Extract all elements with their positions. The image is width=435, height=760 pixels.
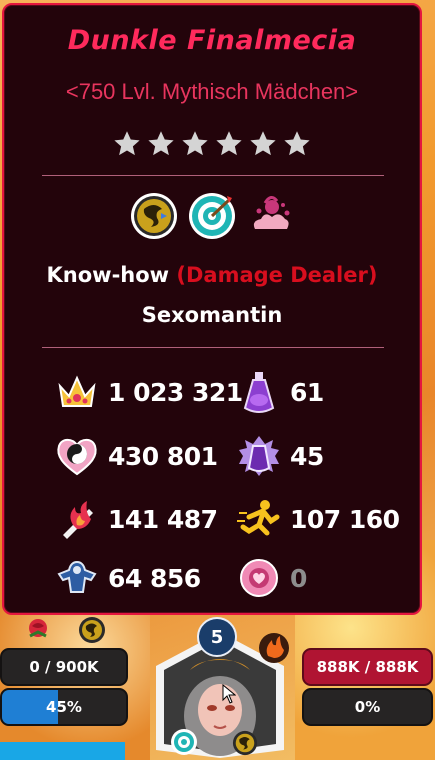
divider-top xyxy=(42,175,384,176)
fire-element-icon xyxy=(259,633,289,663)
harmony-potion-icon xyxy=(234,431,284,481)
hardcore-value: 430 801 xyxy=(108,441,218,471)
girl-level-rarity: <750 Lvl. Mythisch Mädchen> xyxy=(65,79,359,104)
flame-charm-icon xyxy=(52,494,102,544)
splash-skill-icon[interactable] xyxy=(245,191,295,241)
potion-value: 61 xyxy=(290,377,324,407)
know-how-element-icon[interactable] xyxy=(129,191,179,241)
hp-percent-value: 0% xyxy=(354,698,381,716)
stat-harmony-potion: 45 xyxy=(234,431,324,481)
stat-charm: 141 487 xyxy=(52,494,218,544)
know-how-element-mini-icon xyxy=(232,730,258,756)
power-value: 1 023 321 xyxy=(108,377,243,407)
stat-love: 0 xyxy=(234,553,307,603)
role-label: (Damage Dealer) xyxy=(176,263,378,287)
crown-icon xyxy=(52,367,102,417)
know-how-element-small-icon xyxy=(79,617,105,643)
stat-hardcore: 430 801 xyxy=(52,431,218,481)
star-icon xyxy=(216,131,242,156)
stat-potion: 61 xyxy=(234,367,324,417)
target-role-icon[interactable] xyxy=(187,191,237,241)
charm-value: 141 487 xyxy=(108,504,218,534)
star-icon xyxy=(250,131,276,156)
hp-bar: 888K / 888K xyxy=(302,648,433,686)
stat-power: 1 023 321 xyxy=(52,367,243,417)
harmony-potion-value: 45 xyxy=(290,441,324,471)
hp-value: 888K / 888K xyxy=(316,658,419,676)
girl-name: Dunkle Finalmecia xyxy=(67,25,357,56)
puzzle-figure-icon xyxy=(52,553,102,603)
girl-traits xyxy=(4,191,420,241)
star-icon xyxy=(148,131,174,156)
potion-icon xyxy=(234,367,284,417)
girl-info-card: Dunkle Finalmecia <750 Lvl. Mythisch Mäd… xyxy=(2,3,422,615)
class-label: Know-how xyxy=(46,263,170,287)
rose-icon xyxy=(29,619,47,638)
bottom-blue-strip xyxy=(0,742,125,760)
progress-label: 45% xyxy=(46,698,82,716)
know-how-value: 64 856 xyxy=(108,563,201,593)
target-role-small-icon xyxy=(171,729,197,755)
love-ring-icon xyxy=(234,553,284,603)
love-value: 0 xyxy=(290,563,307,593)
hp-percent-bar: 0% xyxy=(302,688,433,726)
level-badge: 5 xyxy=(197,617,237,657)
progress-bar: 45% xyxy=(0,688,128,726)
star-icon xyxy=(284,131,310,156)
stat-speed: 107 160 xyxy=(234,494,400,544)
speed-value: 107 160 xyxy=(290,504,400,534)
star-icon xyxy=(182,131,208,156)
star-rating xyxy=(4,129,420,159)
mouse-cursor-icon xyxy=(222,684,236,704)
star-icon xyxy=(114,131,140,156)
runner-icon xyxy=(234,494,284,544)
heart-yin-yang-icon xyxy=(52,431,102,481)
affection-bar: 0 / 900K xyxy=(0,648,128,686)
divider-bottom xyxy=(42,347,384,348)
stat-know-how: 64 856 xyxy=(52,553,201,603)
class-role-line: Know-how (Damage Dealer) xyxy=(4,263,420,287)
affection-value: 0 / 900K xyxy=(29,658,99,676)
job-label: Sexomantin xyxy=(141,303,283,327)
